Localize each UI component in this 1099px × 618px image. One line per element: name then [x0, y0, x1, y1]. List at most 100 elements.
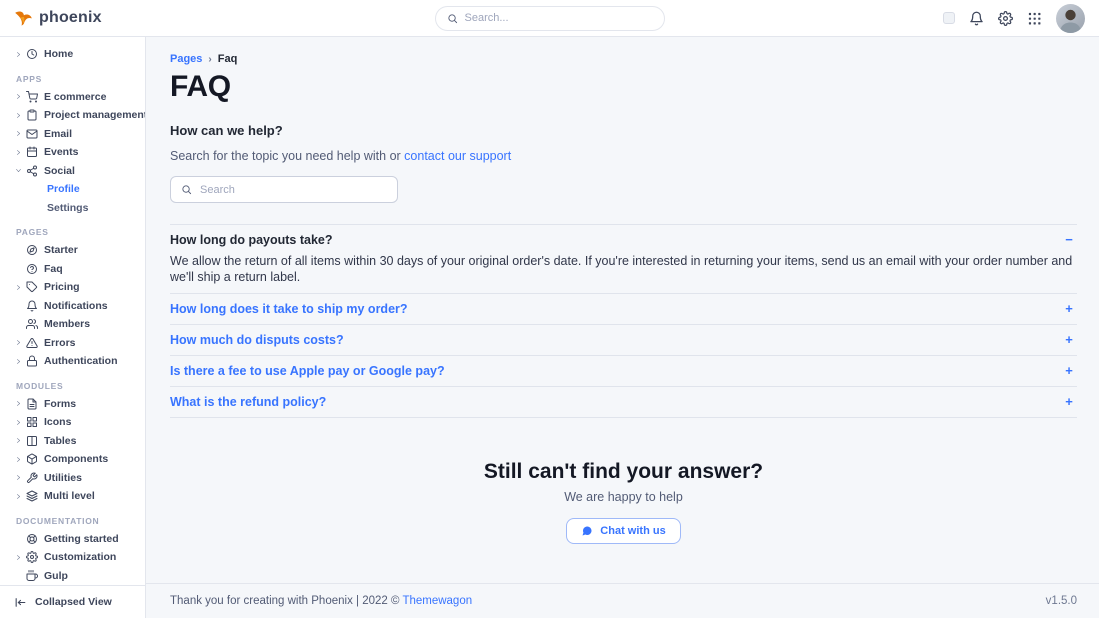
coffee-icon [26, 570, 38, 582]
chevron-spacer [15, 321, 23, 328]
sidebar-item-utilities[interactable]: Utilities [0, 469, 145, 488]
sidebar-item-label: Home [44, 48, 73, 60]
faq-answer: We allow the return of all items within … [170, 254, 1077, 285]
settings-icon [26, 551, 38, 563]
sidebar-item-authentication[interactable]: Authentication [0, 352, 145, 371]
tag-icon [26, 281, 38, 293]
faq-search-input[interactable] [200, 184, 387, 196]
sidebar-section-modules: MODULES [0, 371, 145, 395]
sidebar-item-project-management[interactable]: Project management [0, 106, 145, 125]
chevron-spacer [15, 572, 23, 579]
faq-item-refund-policy: What is the refund policy? + [170, 386, 1077, 418]
collapsed-view-label: Collapsed View [35, 596, 112, 608]
sidebar-subitem-label: Settings [47, 202, 88, 214]
sidebar-item-multi-level[interactable]: Multi level [0, 487, 145, 506]
contact-support-link[interactable]: contact our support [404, 149, 511, 163]
sidebar-item-customization[interactable]: Customization [0, 548, 145, 567]
faq-item-disputes: How much do disputs costs? + [170, 324, 1077, 355]
cta-subheading: We are happy to help [170, 490, 1077, 504]
sidebar-item-label: Customization [44, 551, 116, 563]
chevron-spacer [15, 247, 23, 254]
sidebar-item-settings[interactable]: Settings [0, 199, 145, 218]
chat-with-us-button[interactable]: Chat with us [566, 518, 680, 544]
sidebar-item-events[interactable]: Events [0, 143, 145, 162]
main-content: Pages › Faq FAQ How can we help? Search … [146, 37, 1099, 618]
sidebar-item-notifications[interactable]: Notifications [0, 297, 145, 316]
sidebar-item-label: Faq [44, 263, 63, 275]
faq-question-row[interactable]: How long does it take to ship my order? … [170, 302, 1077, 316]
plus-icon[interactable]: + [1061, 302, 1077, 316]
layers-icon [26, 490, 38, 502]
bell-icon [26, 300, 38, 312]
sidebar-item-label: Utilities [44, 472, 82, 484]
sidebar-item-errors[interactable]: Errors [0, 334, 145, 353]
sidebar-item-home[interactable]: Home [0, 45, 145, 64]
sidebar-item-pricing[interactable]: Pricing [0, 278, 145, 297]
version-label: v1.5.0 [1046, 595, 1077, 607]
sidebar-item-e-commerce[interactable]: E commerce [0, 88, 145, 107]
sidebar-item-label: Starter [44, 244, 78, 256]
sidebar-item-label: Errors [44, 337, 76, 349]
sidebar: Home APPS E commerce Project management … [0, 37, 146, 618]
help-text-prefix: Search for the topic you need help with … [170, 149, 404, 163]
box-icon [26, 453, 38, 465]
themewagon-link[interactable]: Themewagon [402, 595, 472, 607]
minus-icon[interactable]: − [1061, 233, 1077, 247]
chevron-right-icon [15, 437, 23, 444]
faq-question-row[interactable]: Is there a fee to use Apple pay or Googl… [170, 364, 1077, 378]
sidebar-item-icons[interactable]: Icons [0, 413, 145, 432]
faq-question: Is there a fee to use Apple pay or Googl… [170, 364, 445, 378]
sidebar-item-starter[interactable]: Starter [0, 241, 145, 260]
sidebar-item-label: Project management [44, 109, 145, 121]
chevron-right-icon [15, 339, 23, 346]
gear-icon[interactable] [998, 11, 1013, 26]
chevron-right-icon [15, 149, 23, 156]
sidebar-section-documentation: DOCUMENTATION [0, 506, 145, 530]
help-heading: How can we help? [170, 123, 1077, 138]
faq-accordion: How long do payouts take? − We allow the… [170, 224, 1077, 418]
sidebar-item-profile[interactable]: Profile [0, 180, 145, 199]
plus-icon[interactable]: + [1061, 364, 1077, 378]
breadcrumb-separator: › [208, 54, 211, 65]
sidebar-item-tables[interactable]: Tables [0, 432, 145, 451]
sidebar-subitem-label: Profile [47, 183, 80, 195]
plus-icon[interactable]: + [1061, 333, 1077, 347]
theme-toggle[interactable] [943, 12, 955, 24]
sidebar-item-components[interactable]: Components [0, 450, 145, 469]
chevron-right-icon [15, 358, 23, 365]
faq-question-row[interactable]: What is the refund policy? + [170, 395, 1077, 409]
sidebar-item-faq[interactable]: Faq [0, 260, 145, 279]
chevron-down-icon [15, 167, 23, 174]
sidebar-nav: Home APPS E commerce Project management … [0, 37, 145, 585]
sidebar-item-members[interactable]: Members [0, 315, 145, 334]
global-search-input[interactable] [465, 12, 653, 24]
plus-icon[interactable]: + [1061, 395, 1077, 409]
breadcrumb-pages-link[interactable]: Pages [170, 53, 202, 65]
sidebar-item-getting-started[interactable]: Getting started [0, 530, 145, 549]
faq-question-row[interactable]: How much do disputs costs? + [170, 333, 1077, 347]
bell-icon[interactable] [969, 11, 984, 26]
apps-grid-icon[interactable] [1027, 11, 1042, 26]
faq-search [170, 176, 398, 203]
faq-question-row[interactable]: How long do payouts take? − [170, 233, 1077, 247]
faq-item-apple-google-pay: Is there a fee to use Apple pay or Googl… [170, 355, 1077, 386]
share-icon [26, 165, 38, 177]
chevron-spacer [15, 265, 23, 272]
collapsed-view-toggle[interactable]: Collapsed View [0, 585, 145, 618]
help-circle-icon [26, 263, 38, 275]
sidebar-item-gulp[interactable]: Gulp [0, 567, 145, 586]
sidebar-item-forms[interactable]: Forms [0, 395, 145, 414]
faq-item-shipping: How long does it take to ship my order? … [170, 293, 1077, 324]
phoenix-logo[interactable]: phoenix [14, 9, 102, 27]
search-icon [447, 13, 458, 24]
breadcrumb-current: Faq [218, 53, 238, 65]
sidebar-item-social[interactable]: Social [0, 162, 145, 181]
sidebar-item-label: Getting started [44, 533, 119, 545]
sidebar-item-email[interactable]: Email [0, 125, 145, 144]
sidebar-item-label: Forms [44, 398, 76, 410]
chevron-right-icon [15, 456, 23, 463]
chevron-right-icon [15, 112, 23, 119]
avatar[interactable] [1056, 4, 1085, 33]
cta-section: Still can't find your answer? We are hap… [170, 460, 1077, 544]
sidebar-item-label: Tables [44, 435, 76, 447]
